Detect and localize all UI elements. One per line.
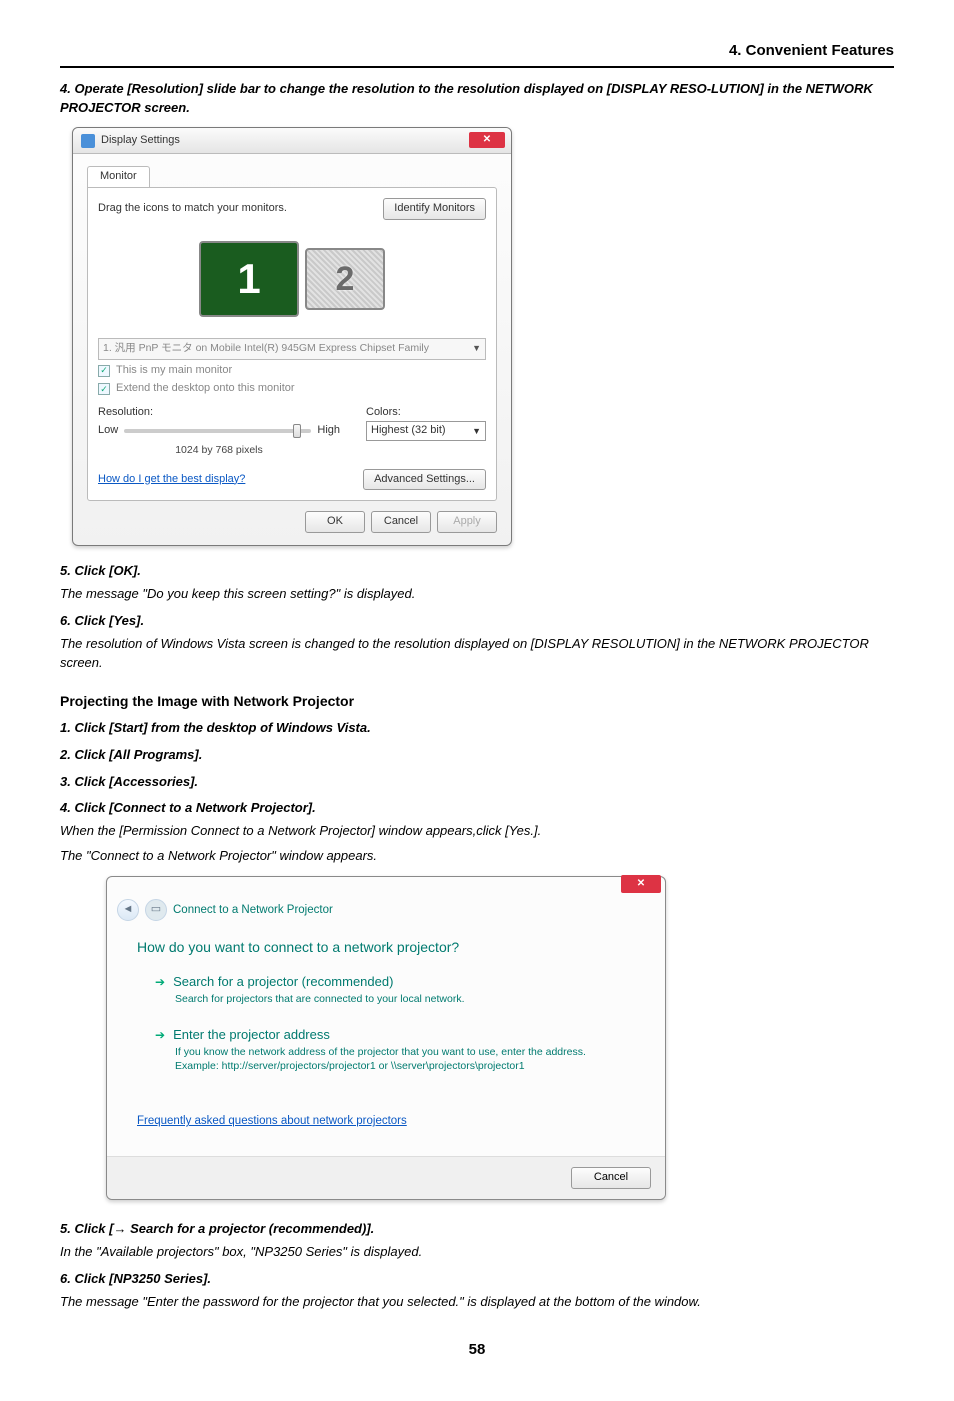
breadcrumb: ◄ ▭ Connect to a Network Projector [107, 895, 665, 925]
back-icon[interactable]: ◄ [117, 899, 139, 921]
close-icon[interactable]: ✕ [621, 875, 661, 893]
colors-value: Highest (32 bit) [371, 423, 446, 439]
dialog-body: Monitor Drag the icons to match your mon… [73, 154, 511, 545]
colors-group: Colors: Highest (32 bit) ▼ [366, 405, 486, 458]
step-text: Click [All Programs]. [74, 747, 202, 762]
option-search[interactable]: ➔ Search for a projector (recommended) S… [155, 973, 635, 1006]
step-num: 6. [60, 1271, 71, 1286]
step-num: 6. [60, 613, 71, 628]
chevron-down-icon: ▼ [472, 342, 481, 355]
apply-button[interactable]: Apply [437, 511, 497, 533]
page-number: 58 [60, 1339, 894, 1361]
resolution-slider[interactable]: Low High [98, 423, 340, 439]
projector-icon: ▭ [145, 899, 167, 921]
main-monitor-label: This is my main monitor [116, 363, 232, 379]
monitor-2-icon[interactable]: 2 [305, 248, 385, 310]
lower-step-5-body: In the "Available projectors" box, "NP32… [60, 1243, 894, 1262]
resolution-label: Resolution: [98, 405, 340, 421]
colors-select[interactable]: Highest (32 bit) ▼ [366, 421, 486, 441]
slider-high-label: High [317, 423, 340, 439]
display-settings-dialog: Display Settings ✕ Monitor Drag the icon… [72, 127, 512, 546]
tab-monitor[interactable]: Monitor [87, 166, 150, 187]
slider-track[interactable] [124, 429, 311, 433]
dialog-footer: OK Cancel Apply [87, 511, 497, 533]
arrow-right-icon: ➔ [155, 1027, 165, 1044]
display-select[interactable]: 1. 汎用 PnP モニタ on Mobile Intel(R) 945GM E… [98, 338, 486, 359]
lower-step-6: 6. Click [NP3250 Series]. [60, 1270, 894, 1289]
slider-low-label: Low [98, 423, 118, 439]
step-6: 6. Click [Yes]. [60, 612, 894, 631]
close-icon[interactable]: ✕ [469, 132, 505, 148]
proj-step-3: 3. Click [Accessories]. [60, 773, 894, 792]
step-5-body: The message "Do you keep this screen set… [60, 585, 894, 604]
proj-step-4: 4. Click [Connect to a Network Projector… [60, 799, 894, 818]
step-num: 4. [60, 81, 71, 96]
option-title: Enter the projector address [173, 1026, 330, 1045]
breadcrumb-title: Connect to a Network Projector [173, 902, 333, 919]
advanced-settings-button[interactable]: Advanced Settings... [363, 469, 486, 491]
step-text: Click [Connect to a Network Projector]. [74, 800, 315, 815]
monitor-panel: Drag the icons to match your monitors. I… [87, 187, 497, 501]
step-text: Click [Yes]. [74, 613, 144, 628]
chevron-down-icon: ▼ [472, 425, 481, 438]
drag-hint: Drag the icons to match your monitors. [98, 201, 287, 217]
monitor-1-icon[interactable]: 1 [199, 241, 299, 317]
main-monitor-checkbox[interactable]: ✓ This is my main monitor [98, 363, 486, 379]
option-title: Search for a projector (recommended) [173, 973, 393, 992]
step-text: Click [Accessories]. [74, 774, 198, 789]
resolution-group: Resolution: Low High 1024 by 768 pixels [98, 405, 340, 458]
step-text: Click [NP3250 Series]. [74, 1271, 211, 1286]
step-text: Click [Start] from the desktop of Window… [74, 720, 370, 735]
faq-link[interactable]: Frequently asked questions about network… [137, 1115, 407, 1127]
cancel-button[interactable]: Cancel [571, 1167, 651, 1189]
option-desc: Search for projectors that are connected… [175, 992, 635, 1006]
ok-button[interactable]: OK [305, 511, 365, 533]
dialog-footer: Cancel [107, 1156, 665, 1199]
monitor-arrangement[interactable]: 1 2 [98, 234, 486, 324]
identify-monitors-button[interactable]: Identify Monitors [383, 198, 486, 220]
step-num: 1. [60, 720, 71, 735]
extend-desktop-checkbox[interactable]: ✓ Extend the desktop onto this monitor [98, 381, 486, 397]
step-4: 4. Operate [Resolution] slide bar to cha… [60, 80, 894, 118]
lower-step-5: 5. Click [→ Search for a projector (reco… [60, 1220, 894, 1239]
step-num: 4. [60, 800, 71, 815]
step-6-body: The resolution of Windows Vista screen i… [60, 635, 894, 673]
subheading: Projecting the Image with Network Projec… [60, 691, 894, 711]
proj-step-4-body1: When the [Permission Connect to a Networ… [60, 822, 894, 841]
proj-step-2: 2. Click [All Programs]. [60, 746, 894, 765]
option-enter-address[interactable]: ➔ Enter the projector address If you kno… [155, 1026, 635, 1073]
colors-label: Colors: [366, 405, 486, 421]
dialog-titlebar: Display Settings ✕ [73, 128, 511, 154]
proj-step-4-body2: The "Connect to a Network Projector" win… [60, 847, 894, 866]
step-text: Operate [Resolution] slide bar to change… [60, 81, 873, 115]
step-text: Click [→ Search for a projector (recomme… [74, 1221, 374, 1236]
cancel-button[interactable]: Cancel [371, 511, 431, 533]
option-desc-line2: Example: http://server/projectors/projec… [175, 1059, 635, 1073]
arrow-right-icon: ➔ [155, 974, 165, 991]
step-5: 5. Click [OK]. [60, 562, 894, 581]
network-projector-dialog: ✕ ◄ ▭ Connect to a Network Projector How… [106, 876, 666, 1200]
step-num: 5. [60, 1221, 71, 1236]
step-num: 2. [60, 747, 71, 762]
step-num: 3. [60, 774, 71, 789]
dialog-titlebar: ✕ [107, 877, 665, 895]
option-desc-line1: If you know the network address of the p… [175, 1045, 635, 1059]
app-icon [81, 134, 95, 148]
lower-step-6-body: The message "Enter the password for the … [60, 1293, 894, 1312]
checkbox-icon: ✓ [98, 383, 110, 395]
resolution-value: 1024 by 768 pixels [98, 443, 340, 458]
dialog-title: Display Settings [101, 133, 180, 149]
checkbox-icon: ✓ [98, 365, 110, 377]
step-text: Click [OK]. [74, 563, 140, 578]
proj-step-1: 1. Click [Start] from the desktop of Win… [60, 719, 894, 738]
section-header: 4. Convenient Features [60, 40, 894, 68]
best-display-link[interactable]: How do I get the best display? [98, 472, 245, 488]
extend-desktop-label: Extend the desktop onto this monitor [116, 381, 295, 397]
question-heading: How do you want to connect to a network … [137, 937, 635, 957]
display-select-value: 1. 汎用 PnP モニタ on Mobile Intel(R) 945GM E… [103, 341, 429, 356]
step-num: 5. [60, 563, 71, 578]
dialog-body: How do you want to connect to a network … [107, 925, 665, 1156]
slider-thumb[interactable] [293, 424, 301, 438]
